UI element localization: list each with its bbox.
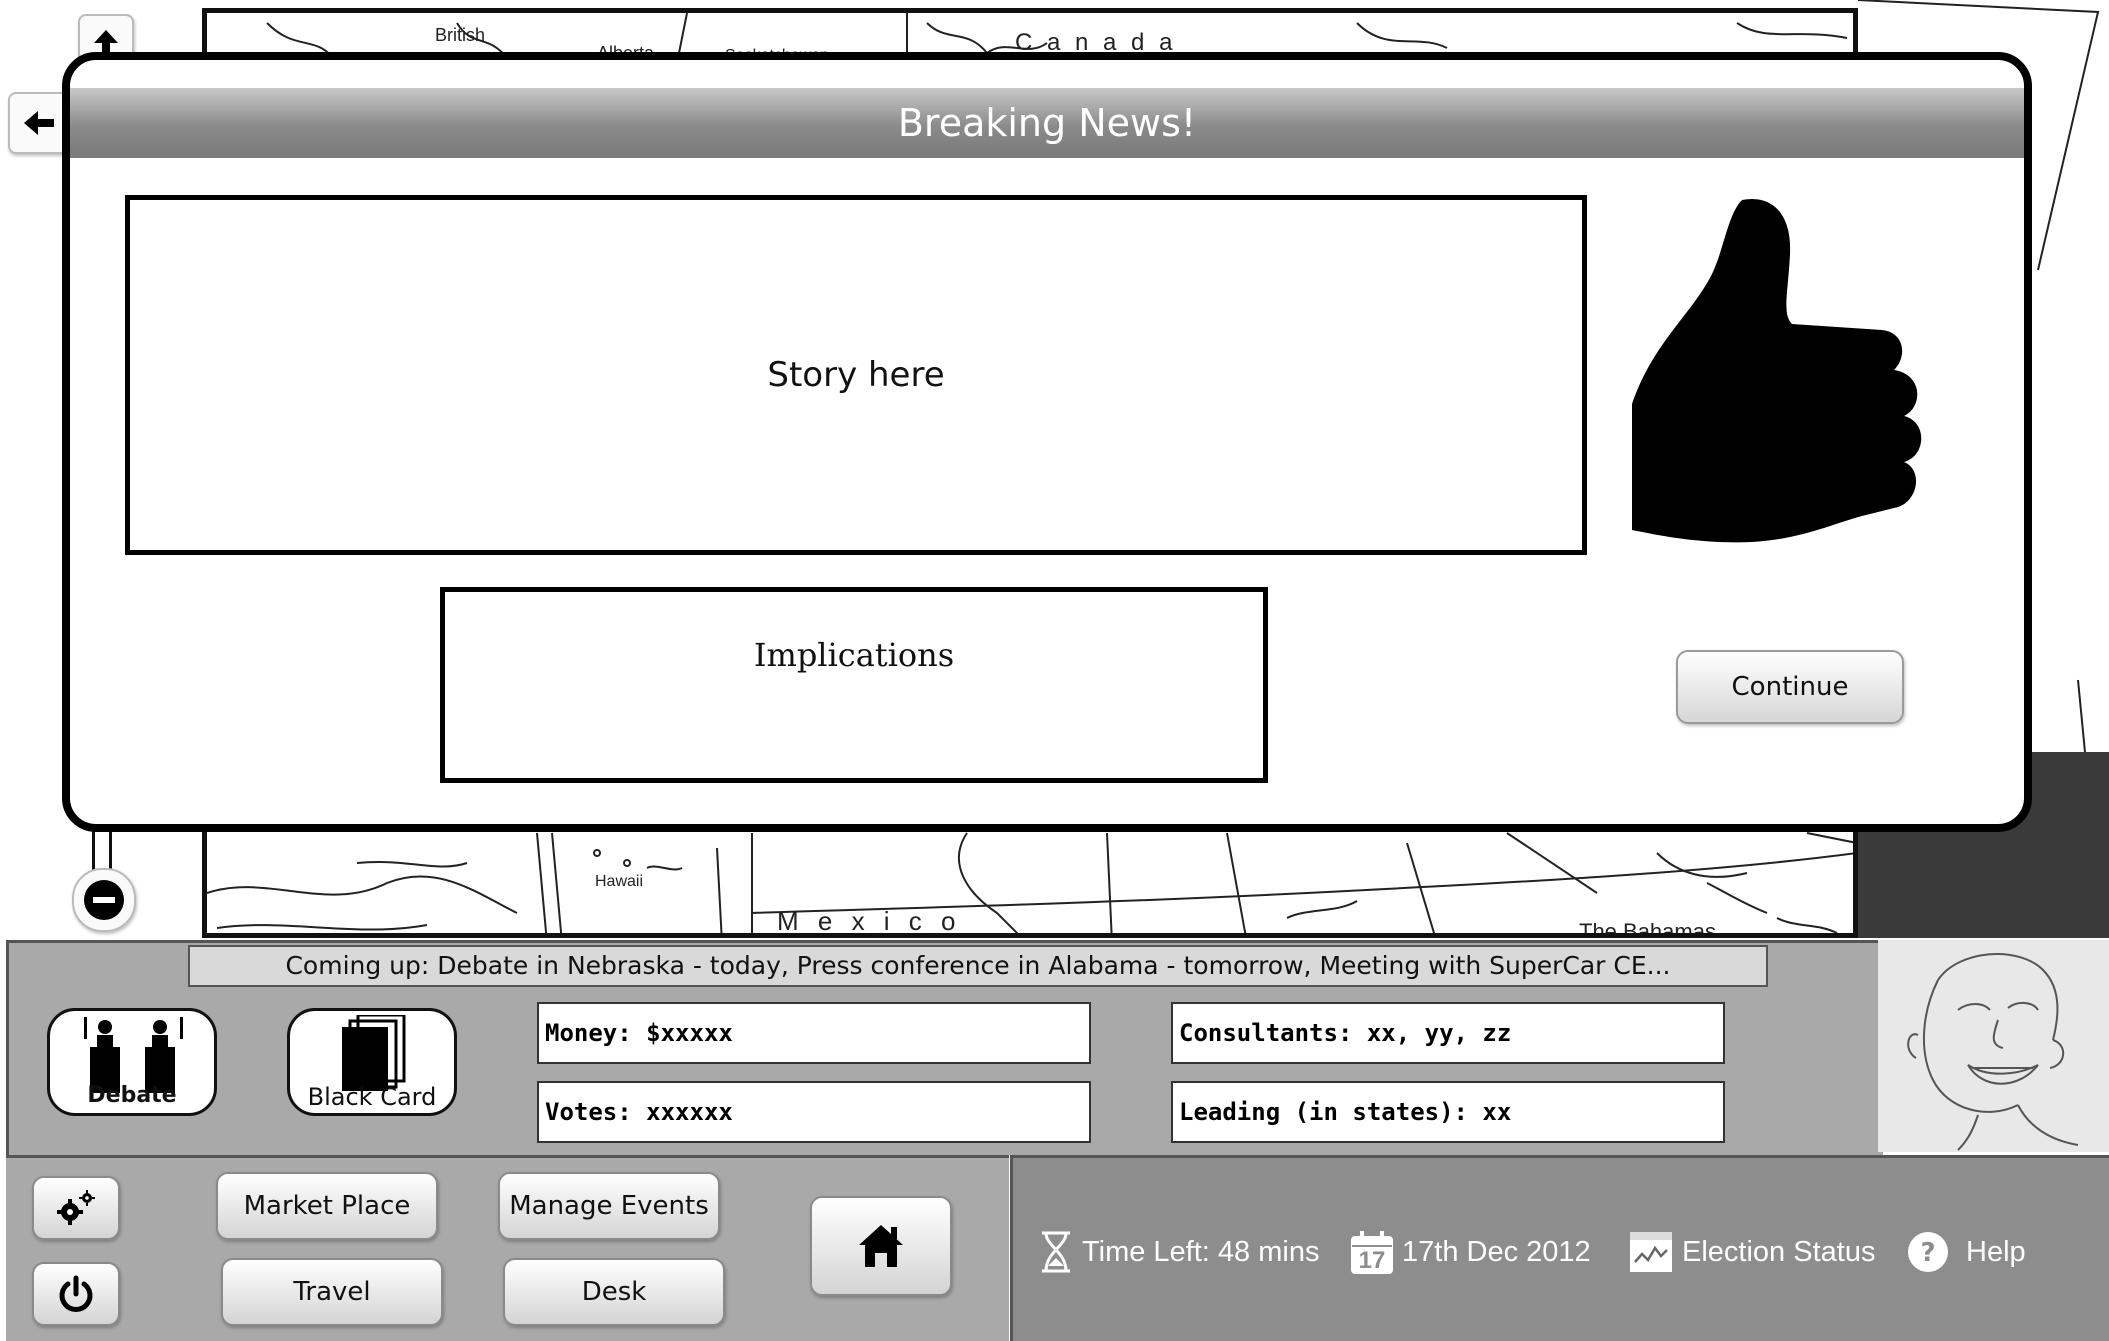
- date-text: 17th Dec 2012: [1402, 1235, 1591, 1268]
- votes-field: Votes: xxxxxx: [537, 1081, 1091, 1143]
- black-card-label: Black Card: [307, 1083, 437, 1111]
- travel-button[interactable]: Travel: [221, 1258, 443, 1326]
- help-text: Help: [1966, 1235, 2026, 1268]
- market-place-button[interactable]: Market Place: [216, 1172, 438, 1240]
- consultants-field: Consultants: xx, yy, zz: [1171, 1002, 1725, 1064]
- power-icon: [59, 1275, 93, 1312]
- chart-icon: [1630, 1232, 1672, 1272]
- dialog-title: Breaking News!: [897, 101, 1197, 145]
- help-link[interactable]: ? Help: [1906, 1226, 2026, 1278]
- time-left-status: Time Left: 48 mins: [1038, 1226, 1319, 1278]
- map-label-hawaii: Hawaii: [595, 873, 644, 890]
- home-button[interactable]: [810, 1196, 952, 1296]
- implications-text: Implications: [753, 636, 955, 674]
- svg-text:?: ?: [1920, 1238, 1935, 1268]
- pan-left-button[interactable]: [8, 92, 70, 154]
- implications-panel: Implications: [440, 587, 1268, 783]
- candidate-avatar: [1878, 940, 2109, 1152]
- map-label-british-columbia: British: [435, 25, 486, 45]
- power-button[interactable]: [32, 1262, 120, 1326]
- minus-circle-icon: [84, 880, 124, 920]
- election-status-link[interactable]: Election Status: [1628, 1226, 1875, 1278]
- story-panel: Story here: [125, 195, 1587, 555]
- dialog-title-bar: Breaking News!: [70, 88, 2024, 158]
- card-stack-icon: [342, 1015, 406, 1091]
- money-field: Money: $xxxxx: [537, 1002, 1091, 1064]
- debate-label: Debate: [87, 1083, 177, 1108]
- map-label-mexico: M e x i c o: [777, 906, 962, 936]
- help-icon: ?: [1908, 1232, 1948, 1272]
- thumbs-up-icon: [1632, 194, 1942, 558]
- story-text: Story here: [767, 355, 945, 395]
- home-icon: [859, 1225, 903, 1267]
- continue-button[interactable]: Continue: [1676, 650, 1904, 724]
- breaking-news-dialog: Breaking News! Story here Implications C…: [62, 52, 2032, 832]
- desk-button[interactable]: Desk: [503, 1258, 725, 1326]
- date-status: 17 17th Dec 2012: [1350, 1226, 1591, 1278]
- debate-button[interactable]: Debate: [47, 1008, 217, 1116]
- black-card-button[interactable]: Black Card: [287, 1008, 457, 1116]
- settings-button[interactable]: [32, 1176, 120, 1240]
- time-left-text: Time Left: 48 mins: [1082, 1235, 1320, 1268]
- candidate-caricature: [1907, 953, 2079, 1151]
- arrow-left-icon: [24, 111, 54, 135]
- election-status-text: Election Status: [1682, 1235, 1876, 1268]
- map-label-bahamas: The Bahamas: [1579, 919, 1716, 938]
- leading-states-field: Leading (in states): xx: [1171, 1081, 1725, 1143]
- gears-icon: [57, 1190, 95, 1225]
- hourglass-icon: [1042, 1231, 1070, 1273]
- calendar-day: 17: [1358, 1247, 1386, 1274]
- manage-events-button[interactable]: Manage Events: [498, 1172, 720, 1240]
- upcoming-events-ticker: Coming up: Debate in Nebraska - today, P…: [188, 945, 1768, 987]
- zoom-out-button[interactable]: [72, 868, 136, 932]
